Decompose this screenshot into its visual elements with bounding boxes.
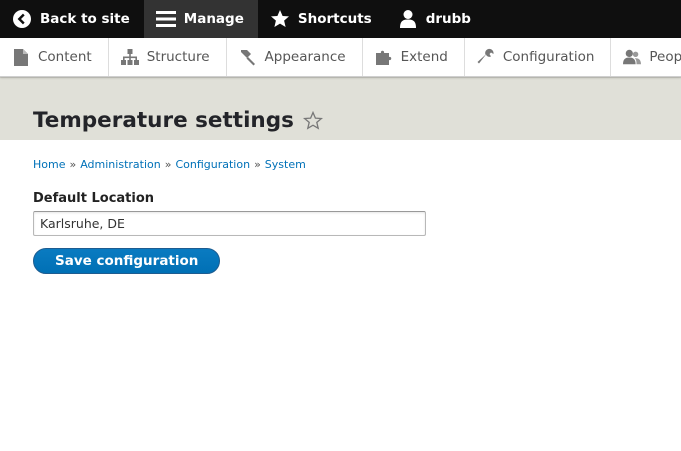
breadcrumb-administration[interactable]: Administration: [80, 158, 161, 171]
tray-item-appearance[interactable]: Appearance: [227, 38, 363, 76]
back-to-site-link[interactable]: Back to site: [0, 0, 144, 38]
tray-item-label: Configuration: [502, 49, 595, 65]
people-icon: [623, 48, 642, 66]
shortcuts-tab[interactable]: Shortcuts: [258, 0, 386, 38]
tray-item-label: Structure: [146, 49, 210, 65]
tray-item-structure[interactable]: Structure: [109, 38, 227, 76]
back-to-site-label: Back to site: [40, 11, 130, 27]
star-icon: [270, 9, 290, 29]
chevron-left-circle-icon: [12, 9, 32, 29]
manage-label: Manage: [183, 11, 244, 27]
brush-icon: [239, 48, 257, 66]
admin-toolbar: Back to site Manage Shortcuts drubb: [0, 0, 681, 38]
page-title-row: Temperature settings: [33, 108, 324, 133]
save-configuration-button[interactable]: Save configuration: [33, 248, 221, 274]
tray-item-label: Appearance: [264, 49, 346, 65]
admin-menu-tray: Content Structure Appearance Extend Conf…: [0, 38, 681, 77]
wrench-icon: [477, 48, 495, 66]
tray-item-extend[interactable]: Extend: [363, 38, 465, 76]
tray-item-configuration[interactable]: Configuration: [465, 38, 612, 76]
hamburger-menu-icon: [155, 9, 176, 29]
breadcrumb-system[interactable]: System: [265, 158, 306, 171]
sitemap-icon: [120, 48, 139, 66]
manage-tab[interactable]: Manage: [143, 0, 258, 38]
tray-item-label: Extend: [400, 49, 448, 65]
shortcuts-label: Shortcuts: [297, 11, 372, 27]
tray-item-content[interactable]: Content: [0, 38, 109, 76]
tray-item-label: Content: [38, 49, 92, 65]
page-title: Temperature settings: [33, 108, 294, 133]
puzzle-icon: [375, 48, 393, 66]
breadcrumb-configuration[interactable]: Configuration: [175, 158, 250, 171]
file-icon: [12, 48, 30, 66]
user-label: drubb: [425, 11, 471, 27]
user-icon: [398, 9, 418, 29]
default-location-input[interactable]: [33, 211, 426, 236]
breadcrumb-home[interactable]: Home: [33, 158, 65, 171]
page-header: Temperature settings: [0, 77, 681, 140]
tray-item-label: People: [649, 49, 681, 65]
main-content: Home» Administration» Configuration» System…: [0, 158, 681, 274]
default-location-label: Default Location: [33, 191, 155, 206]
breadcrumb: Home» Administration» Configuration» System: [33, 158, 648, 171]
user-tab[interactable]: drubb: [386, 0, 485, 38]
breadcrumb-separator: »: [164, 158, 172, 171]
breadcrumb-separator: »: [254, 158, 261, 171]
star-outline-icon[interactable]: [302, 110, 324, 132]
tray-item-people[interactable]: People: [611, 38, 681, 76]
default-location-field: Default Location: [33, 191, 648, 236]
breadcrumb-separator: »: [69, 158, 77, 171]
